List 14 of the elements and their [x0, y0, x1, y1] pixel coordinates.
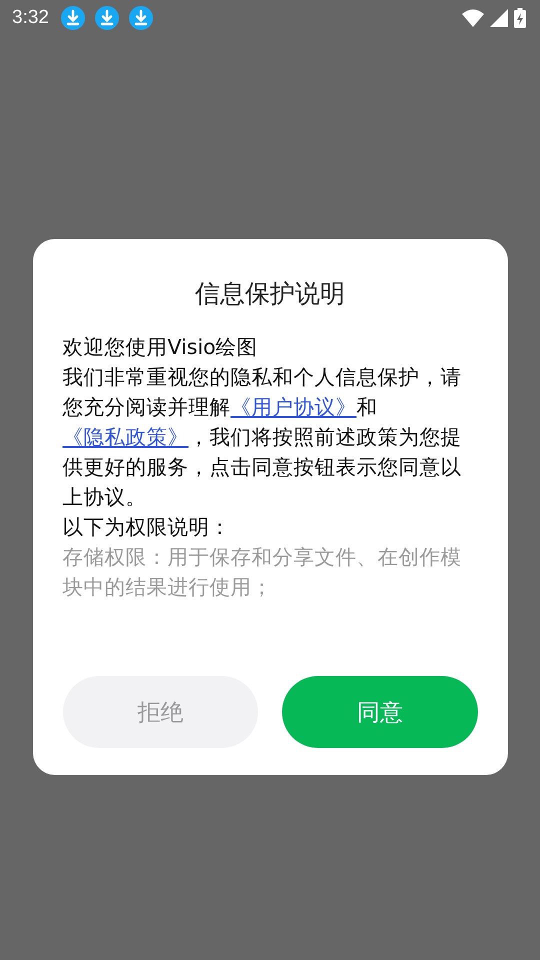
dialog-title: 信息保护说明: [194, 278, 346, 310]
agreement-link[interactable]: 《隐私政策》: [62, 425, 188, 449]
wifi-icon: [462, 9, 484, 27]
download-icon: [94, 6, 119, 30]
agreement-link[interactable]: 《用户协议》: [230, 395, 356, 419]
privacy-paragraph: 我们非常重视您的隐私和个人信息保护，请您充分阅读并理解《用户协议》和 《隐私政策》，我们将按照前述政策为您提供更好的服务，点击同意按钮表示您同意以上协议。: [62, 364, 462, 511]
permission-text: 存储权限：用于保存和分享文件、在创作模块中的结果进行使用；: [62, 544, 462, 601]
download-icon: [60, 6, 85, 30]
download-icon: [128, 6, 153, 30]
status-time: 3:32: [12, 7, 49, 29]
greeting-text: 欢迎您使用Visio绘图: [62, 334, 259, 361]
permissions-heading: 以下为权限说明：: [62, 514, 232, 541]
battery-icon: [514, 8, 526, 28]
signal-icon: [490, 9, 508, 27]
